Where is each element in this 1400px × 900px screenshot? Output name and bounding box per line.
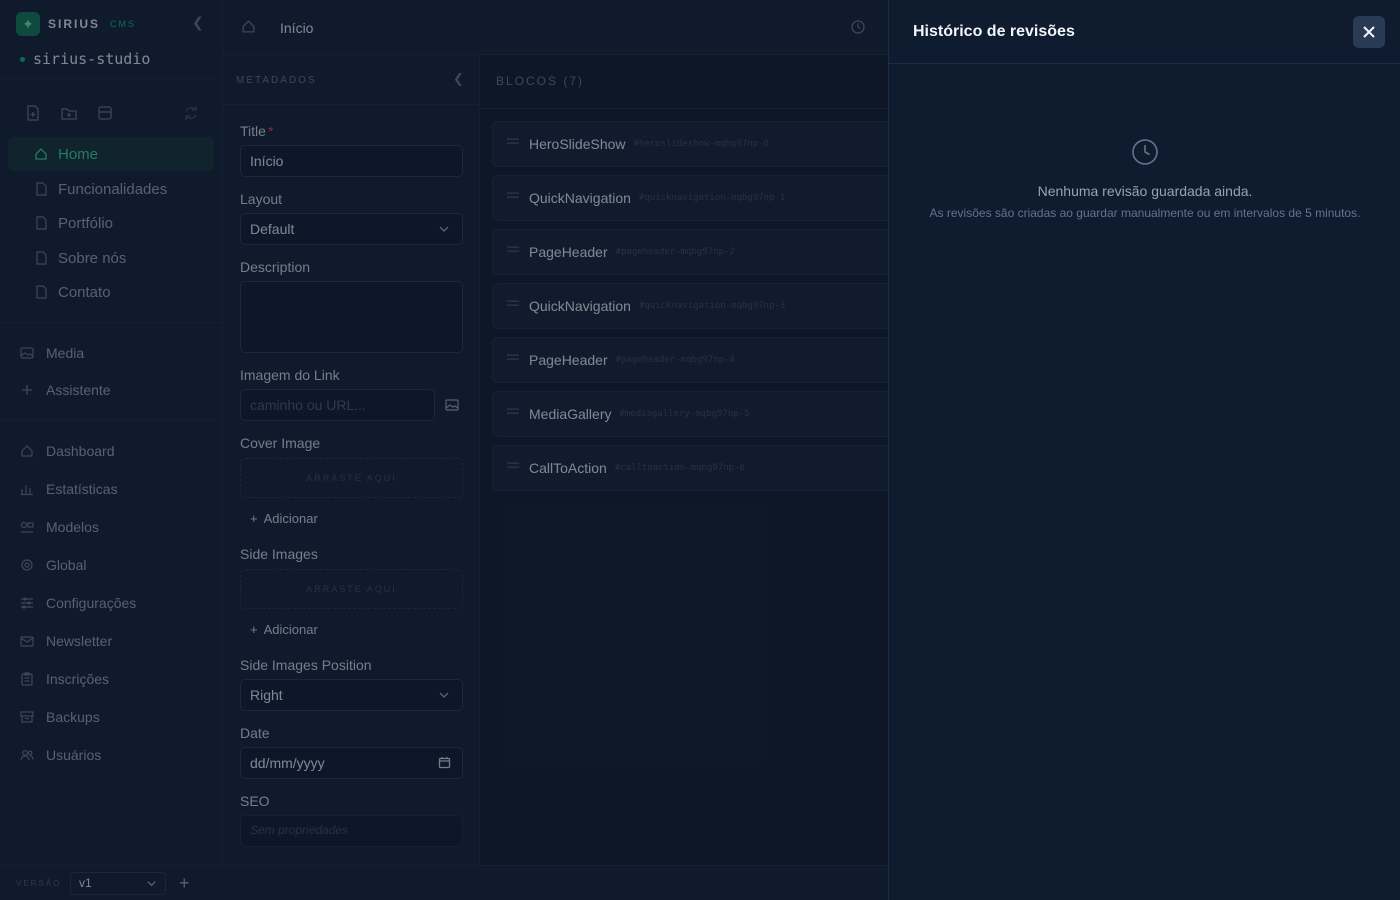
drawer-title: Histórico de revisões	[913, 23, 1075, 40]
close-icon	[1363, 26, 1375, 38]
revision-history-drawer: Histórico de revisões Nenhuma revisão gu…	[888, 0, 1400, 900]
clock-icon	[1132, 139, 1158, 165]
close-button[interactable]	[1353, 16, 1385, 48]
empty-state-title: Nenhuma revisão guardada ainda.	[1037, 183, 1253, 199]
divider	[889, 63, 1400, 64]
modal-overlay[interactable]	[0, 0, 888, 900]
empty-state-subtitle: As revisões são criadas ao guardar manua…	[929, 206, 1361, 220]
